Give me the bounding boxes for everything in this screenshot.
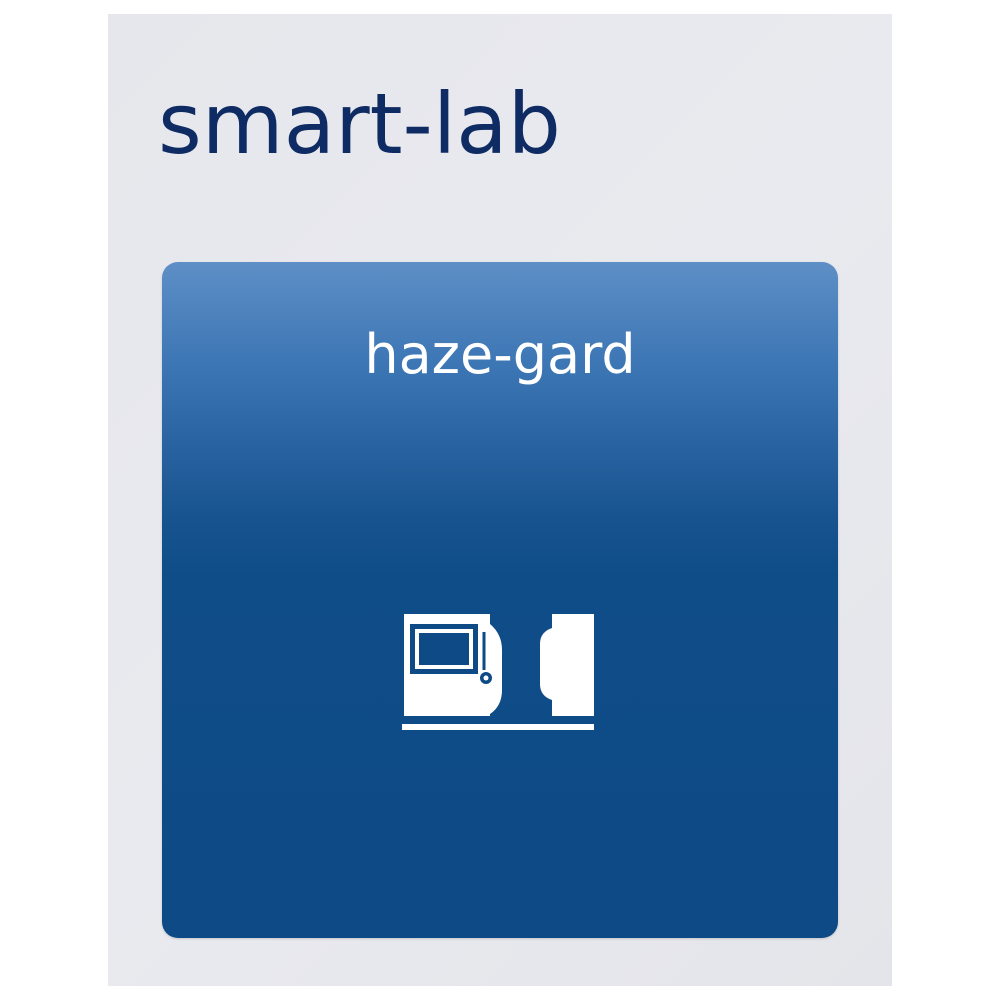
app-title: smart-lab (158, 75, 561, 173)
app-panel: smart-lab haze-gard (108, 14, 892, 986)
tile-label: haze-gard (364, 323, 636, 386)
haze-gard-tile[interactable]: haze-gard (162, 262, 838, 938)
haze-meter-device-icon (402, 614, 594, 730)
